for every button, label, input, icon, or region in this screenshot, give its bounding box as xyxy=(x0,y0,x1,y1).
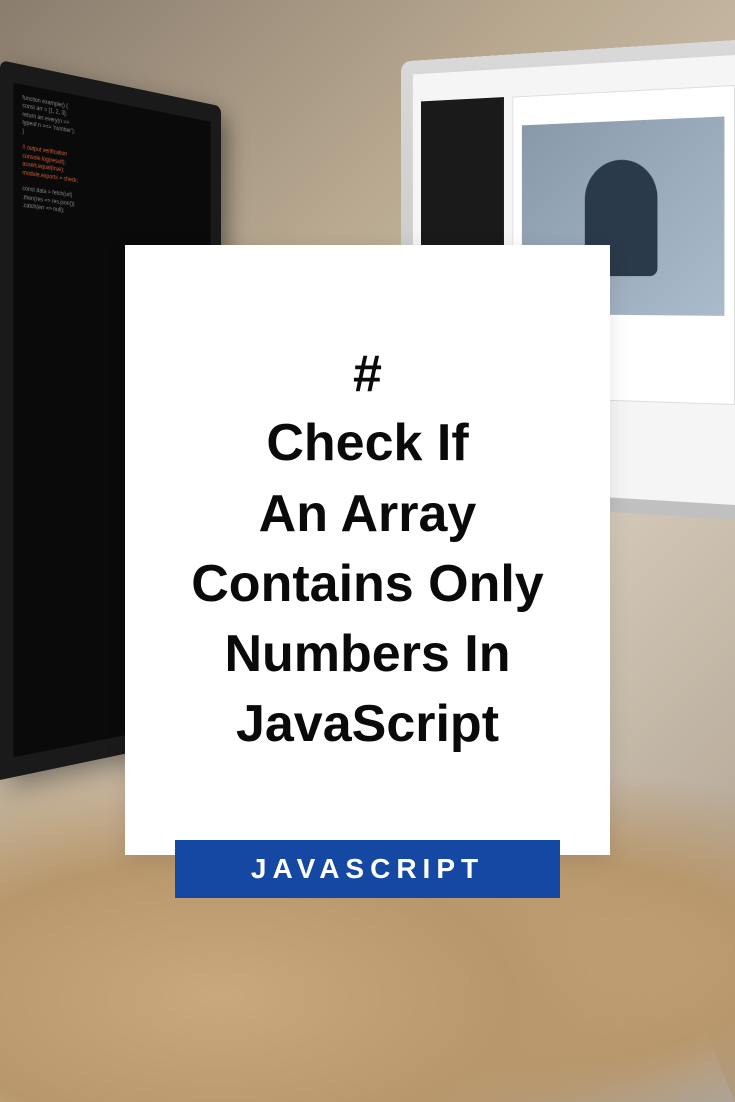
title-card: # Check If An Array Contains Only Number… xyxy=(125,245,610,855)
article-title: Check If An Array Contains Only Numbers … xyxy=(191,408,543,759)
category-label: JAVASCRIPT xyxy=(251,853,484,885)
hash-symbol: # xyxy=(353,341,382,409)
category-badge: JAVASCRIPT xyxy=(175,840,560,898)
code-content: function example() { const arr = [1, 2, … xyxy=(13,83,210,243)
